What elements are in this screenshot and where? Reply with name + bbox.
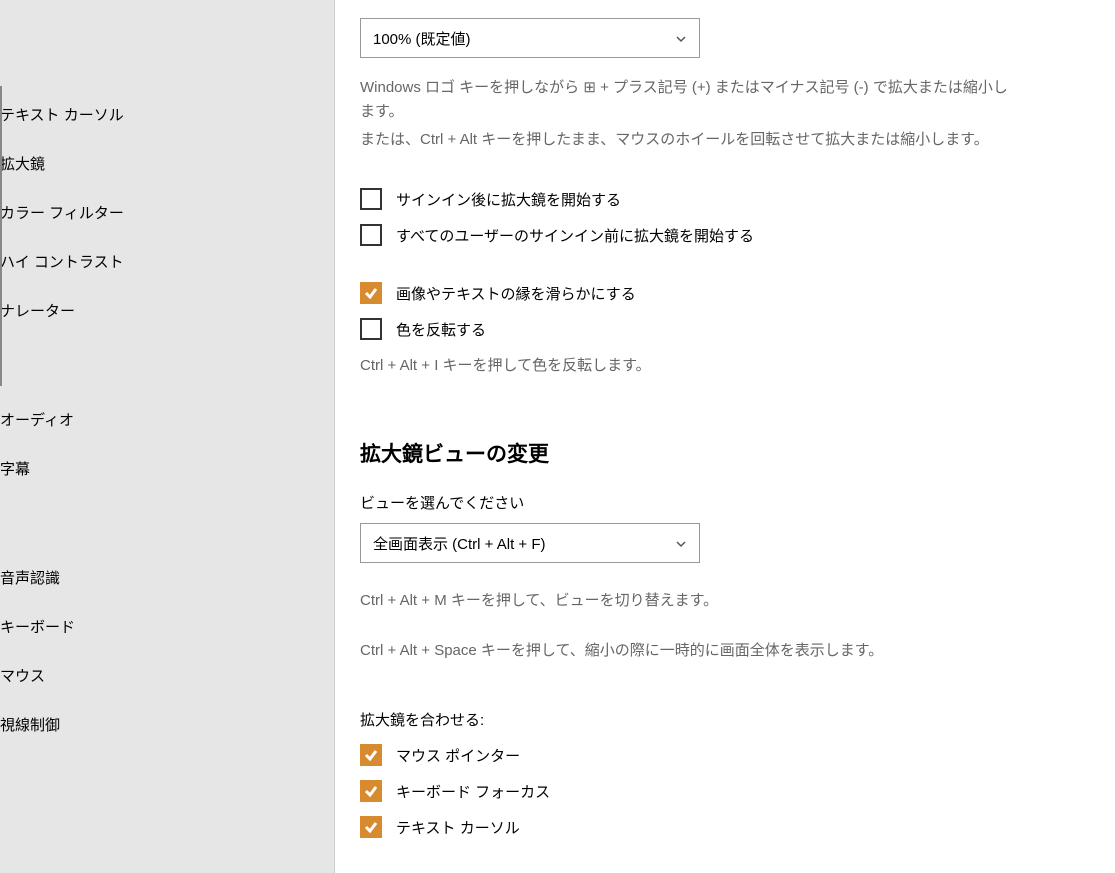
invert-colors-help: Ctrl + Alt + I キーを押して色を反転します。 [360,354,1020,378]
view-help-text-2: Ctrl + Alt + Space キーを押して、縮小の際に一時的に画面全体を… [360,639,1020,663]
checkbox-label: マウス ポインター [396,745,520,766]
checkbox-box [360,318,382,340]
checkbox-label: すべてのユーザーのサインイン前に拡大鏡を開始する [396,225,754,246]
checkbox-label: キーボード フォーカス [396,781,550,802]
scrollbar-indicator [0,86,2,386]
sidebar-item-audio[interactable]: オーディオ [0,395,334,444]
checkbox-label: テキスト カーソル [396,817,520,838]
checkbox-box-checked [360,282,382,304]
zoom-help-text-1: Windows ロゴ キーを押しながら ⊞ + プラス記号 (+) またはマイナ… [360,76,1020,124]
checkbox-invert-colors[interactable]: 色を反転する [360,318,1090,340]
checkbox-label: 色を反転する [396,319,486,340]
sidebar-item-subtitles[interactable]: 字幕 [0,444,334,493]
chevron-down-icon [675,32,687,44]
checkbox-box-checked [360,744,382,766]
sidebar-item-eye-control[interactable]: 視線制御 [0,700,334,749]
view-dropdown[interactable]: 全画面表示 (Ctrl + Alt + F) [360,523,700,563]
sidebar-item-text-cursor[interactable]: テキスト カーソル [0,90,334,139]
view-field-label: ビューを選んでください [360,492,1090,513]
follow-label: 拡大鏡を合わせる: [360,709,1090,730]
checkbox-label: サインイン後に拡大鏡を開始する [396,189,621,210]
section-title-view: 拡大鏡ビューの変更 [360,438,1090,468]
checkbox-box [360,188,382,210]
checkbox-follow-mouse[interactable]: マウス ポインター [360,744,1090,766]
zoom-help-text-2: または、Ctrl + Alt キーを押したまま、マウスのホイールを回転させて拡大… [360,128,1020,152]
sidebar-item-narrator[interactable]: ナレーター [0,286,334,335]
view-dropdown-value: 全画面表示 (Ctrl + Alt + F) [373,533,546,554]
checkbox-start-after-signin[interactable]: サインイン後に拡大鏡を開始する [360,188,1090,210]
checkbox-box-checked [360,816,382,838]
sidebar-item-mouse[interactable]: マウス [0,651,334,700]
main-content: 100% (既定値) Windows ロゴ キーを押しながら ⊞ + プラス記号… [335,0,1115,873]
sidebar-item-speech[interactable]: 音声認識 [0,553,334,602]
sidebar-item-high-contrast[interactable]: ハイ コントラスト [0,237,334,286]
view-help-text-1: Ctrl + Alt + M キーを押して、ビューを切り替えます。 [360,589,1020,613]
zoom-level-value: 100% (既定値) [373,28,471,49]
sidebar-item-keyboard[interactable]: キーボード [0,602,334,651]
sidebar-item-color-filter[interactable]: カラー フィルター [0,188,334,237]
checkbox-start-before-signin[interactable]: すべてのユーザーのサインイン前に拡大鏡を開始する [360,224,1090,246]
checkbox-box-checked [360,780,382,802]
chevron-down-icon [675,537,687,549]
checkbox-follow-cursor[interactable]: テキスト カーソル [360,816,1090,838]
sidebar: テキスト カーソル 拡大鏡 カラー フィルター ハイ コントラスト ナレーター … [0,0,335,873]
checkbox-smooth-edges[interactable]: 画像やテキストの縁を滑らかにする [360,282,1090,304]
checkbox-follow-keyboard[interactable]: キーボード フォーカス [360,780,1090,802]
sidebar-item-magnifier[interactable]: 拡大鏡 [0,139,334,188]
zoom-level-dropdown[interactable]: 100% (既定値) [360,18,700,58]
checkbox-box [360,224,382,246]
checkbox-label: 画像やテキストの縁を滑らかにする [396,283,636,304]
